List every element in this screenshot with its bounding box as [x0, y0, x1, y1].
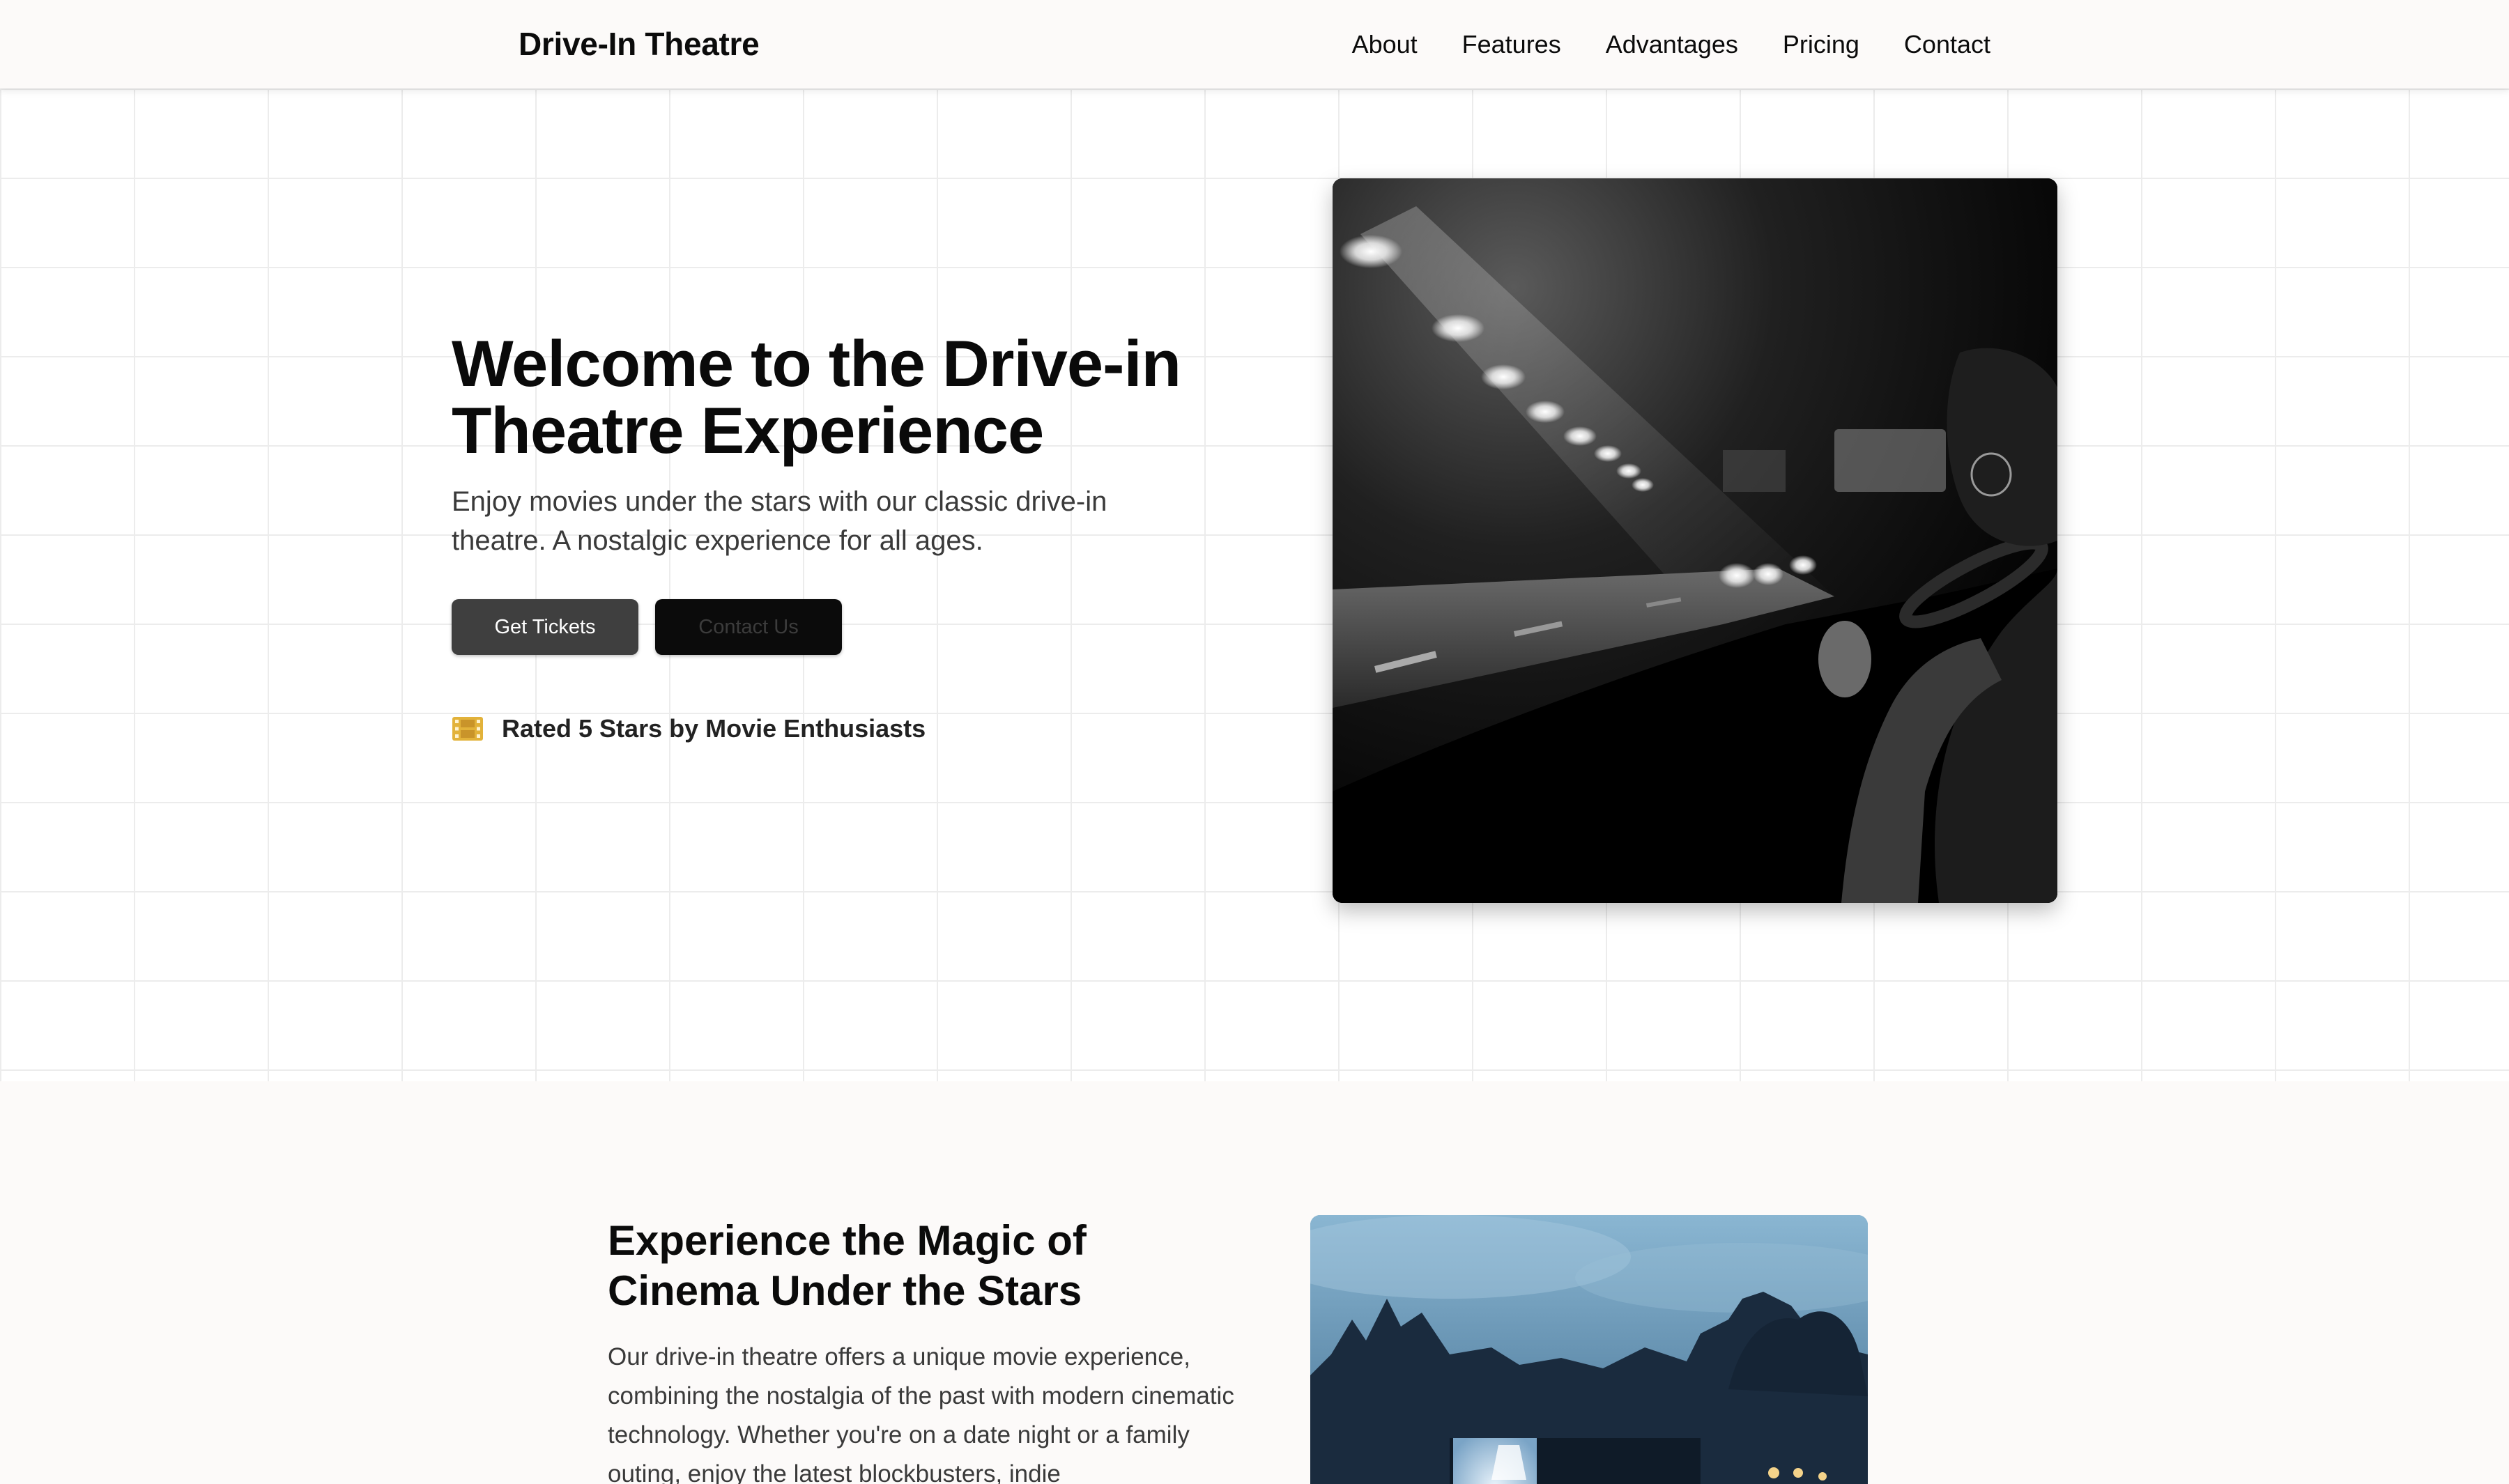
- drive-in-image: [1310, 1215, 1868, 1484]
- film-icon: [452, 716, 484, 742]
- nav-links: About Features Advantages Pricing Contac…: [1352, 0, 1990, 88]
- hero-image: [1333, 178, 2057, 903]
- feature-section: Experience the Magic of Cinema Under the…: [0, 1081, 2509, 1484]
- rating-text: Rated 5 Stars by Movie Enthusiasts: [502, 714, 926, 743]
- nav-link-features[interactable]: Features: [1462, 30, 1561, 59]
- nav-link-advantages[interactable]: Advantages: [1606, 30, 1738, 59]
- brand-logo[interactable]: Drive-In Theatre: [519, 0, 760, 88]
- hero-section: Welcome to the Drive-in Theatre Experien…: [0, 88, 2509, 1081]
- nav-link-contact[interactable]: Contact: [1904, 30, 1990, 59]
- nav-link-pricing[interactable]: Pricing: [1783, 30, 1859, 59]
- rating-badge: Rated 5 Stars by Movie Enthusiasts: [452, 711, 926, 746]
- nav-link-about[interactable]: About: [1352, 30, 1418, 59]
- hero-title: Welcome to the Drive-in Theatre Experien…: [452, 327, 1181, 467]
- navbar: Drive-In Theatre About Features Advantag…: [0, 0, 2509, 88]
- hero-subtitle: Enjoy movies under the stars with our cl…: [452, 486, 1107, 556]
- get-tickets-button[interactable]: Get Tickets: [452, 599, 638, 655]
- section-body: Our drive-in theatre offers a unique mov…: [608, 1343, 1234, 1484]
- section-title: Experience the Magic of Cinema Under the…: [608, 1217, 1087, 1314]
- contact-us-button[interactable]: Contact Us: [655, 599, 842, 655]
